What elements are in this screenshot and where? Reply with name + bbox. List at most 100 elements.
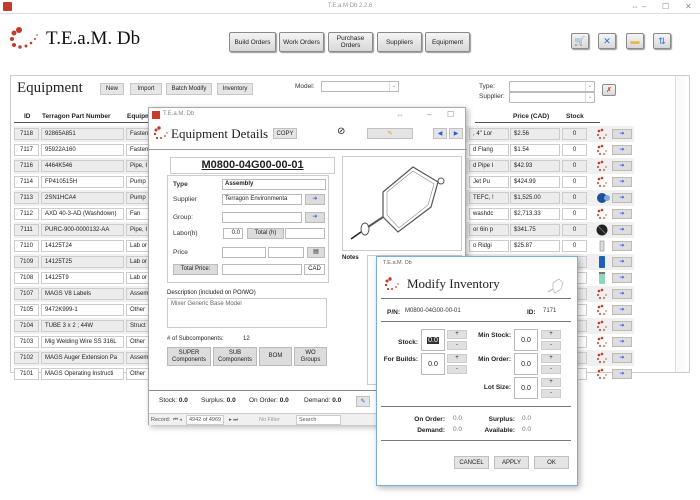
type-select[interactable]: Assembly (222, 179, 326, 190)
part-number-cell[interactable]: 95922A160 (41, 144, 124, 156)
minimize-button[interactable]: – (642, 2, 646, 11)
inventory-button[interactable]: Inventory (217, 83, 253, 95)
min-stock-input[interactable]: 0.0 (514, 329, 538, 351)
lot-size-plus-button[interactable]: + (541, 378, 561, 387)
open-record-button[interactable]: ➔ (612, 209, 632, 219)
sub-components-button[interactable]: SUB Components (213, 347, 257, 366)
open-record-button[interactable]: ➔ (612, 305, 632, 315)
previous-record-button[interactable]: ◀ (433, 128, 447, 139)
open-record-button[interactable]: ➔ (612, 129, 632, 139)
model-select[interactable]: ⌄ (321, 81, 399, 92)
edit-button[interactable]: ✎ (367, 128, 413, 139)
close-button[interactable]: ✕ (685, 2, 692, 11)
ok-button[interactable]: OK (534, 456, 569, 469)
paperclip-icon[interactable]: ⊘ (337, 126, 345, 137)
stock-input[interactable]: 0.0 (421, 329, 445, 351)
restore-icon[interactable]: ⇔ (396, 110, 404, 119)
total-hours-button[interactable]: Total (h) (247, 228, 284, 239)
lot-size-input[interactable]: 0.0 (514, 377, 538, 399)
cancel-button[interactable]: CANCEL (454, 456, 489, 469)
build-orders-button[interactable]: Build Orders (229, 32, 276, 52)
open-record-button[interactable]: ➔ (612, 369, 632, 379)
part-number-cell[interactable]: TUBE 3 x 2 ; 44W (41, 320, 124, 332)
suppliers-button[interactable]: Suppliers (377, 32, 422, 52)
import-button[interactable]: Import (130, 83, 162, 95)
open-record-button[interactable]: ➔ (612, 257, 632, 267)
open-record-button[interactable]: ➔ (612, 161, 632, 171)
part-number-cell[interactable]: PURC-900-0000132-AA (41, 224, 124, 236)
calculator-icon[interactable]: ▤ (307, 247, 325, 258)
total-hours-input[interactable] (285, 228, 325, 239)
min-stock-minus-button[interactable]: - (541, 341, 561, 350)
min-order-minus-button[interactable]: - (541, 365, 561, 374)
part-number-cell[interactable]: Mig Welding Wire SS 316L (41, 336, 124, 348)
part-number-cell[interactable]: 14125T9 (41, 272, 124, 284)
part-number-cell[interactable]: 14125T24 (41, 240, 124, 252)
clear-filter-icon[interactable]: ✗ (602, 84, 616, 96)
open-record-button[interactable]: ➔ (612, 273, 632, 283)
work-orders-button[interactable]: Work Orders (279, 32, 324, 52)
open-record-button[interactable]: ➔ (612, 353, 632, 363)
part-number-cell[interactable]: 14125T25 (41, 256, 124, 268)
stock-plus-button[interactable]: + (447, 330, 467, 339)
supplier-select[interactable]: ⌄ (509, 92, 595, 103)
new-button[interactable]: New (100, 83, 124, 95)
next-last-record-buttons[interactable]: ▸ ⏭ (229, 417, 238, 424)
min-order-input[interactable]: 0.0 (514, 353, 538, 375)
folder-icon[interactable]: ▬ (626, 33, 644, 49)
total-price-button[interactable]: Total Price: (173, 264, 218, 275)
super-components-button[interactable]: SUPER Components (167, 347, 211, 366)
open-record-button[interactable]: ➔ (612, 145, 632, 155)
part-number-cell[interactable]: MAGS V8 Labels (41, 288, 124, 300)
record-position[interactable]: 4942 of 4969 (186, 415, 225, 425)
wo-groups-button[interactable]: WO Groups (294, 347, 327, 366)
min-order-plus-button[interactable]: + (541, 354, 561, 363)
group-select[interactable] (222, 212, 302, 223)
part-number-cell[interactable]: 92865A851 (41, 128, 124, 140)
total-price-input[interactable] (222, 264, 302, 275)
part-number-cell[interactable]: 4464K546 (41, 160, 124, 172)
maximize-button[interactable]: ☐ (662, 2, 669, 11)
part-number-cell[interactable]: FP410515H (41, 176, 124, 188)
open-record-button[interactable]: ➔ (612, 321, 632, 331)
open-record-button[interactable]: ➔ (612, 177, 632, 187)
open-supplier-button[interactable]: ➔ (305, 194, 325, 205)
tools-icon[interactable]: ✕ (598, 33, 616, 49)
for-builds-plus-button[interactable]: + (447, 354, 467, 363)
open-record-button[interactable]: ➔ (612, 337, 632, 347)
record-search-input[interactable]: Search (296, 415, 341, 425)
first-record-button[interactable]: ⏮ ◂ (173, 417, 182, 424)
price-input[interactable] (222, 247, 266, 258)
next-record-button[interactable]: ▶ (449, 128, 463, 139)
supplier-select[interactable]: Terragon Environmenta (222, 194, 302, 205)
refresh-icon[interactable]: ⇅ (653, 33, 671, 49)
cart-icon[interactable]: 🛒 (571, 33, 589, 49)
part-number-cell[interactable]: 9472K999-1 (41, 304, 124, 316)
part-number-cell[interactable]: MAGS Auger Extension Pa (41, 352, 124, 364)
type-select[interactable]: ⌄ (509, 81, 595, 92)
labor-input[interactable]: 0.0 (223, 228, 243, 239)
filter-status[interactable]: No Filter (259, 417, 280, 423)
purchase-orders-button[interactable]: Purchase Orders (328, 32, 373, 52)
part-number-cell[interactable]: 2SN1HCA4 (41, 192, 124, 204)
description-input[interactable]: Mixer Generic Base Model (167, 298, 327, 328)
open-group-button[interactable]: ➔ (305, 212, 325, 223)
batch-modify-button[interactable]: Batch Modify (166, 83, 212, 95)
for-builds-input[interactable]: 0.0 (421, 353, 445, 375)
open-record-button[interactable]: ➔ (612, 193, 632, 203)
maximize-button[interactable]: ☐ (447, 110, 454, 119)
apply-button[interactable]: APPLY (494, 456, 529, 469)
copy-button[interactable]: COPY (273, 128, 297, 139)
min-stock-plus-button[interactable]: + (541, 330, 561, 339)
edit-inventory-button[interactable]: ✎ (356, 396, 370, 407)
stock-minus-button[interactable]: - (447, 341, 467, 350)
open-record-button[interactable]: ➔ (612, 289, 632, 299)
vertical-scrollbar[interactable] (675, 76, 685, 372)
part-number-cell[interactable]: MAGS Operating Instructi (41, 368, 124, 380)
restore-icon[interactable]: ⇔ (631, 2, 639, 11)
equipment-button[interactable]: Equipment (425, 32, 470, 52)
minimize-button[interactable]: – (427, 110, 431, 119)
for-builds-minus-button[interactable]: - (447, 365, 467, 374)
lot-size-minus-button[interactable]: - (541, 389, 561, 398)
open-record-button[interactable]: ➔ (612, 241, 632, 251)
